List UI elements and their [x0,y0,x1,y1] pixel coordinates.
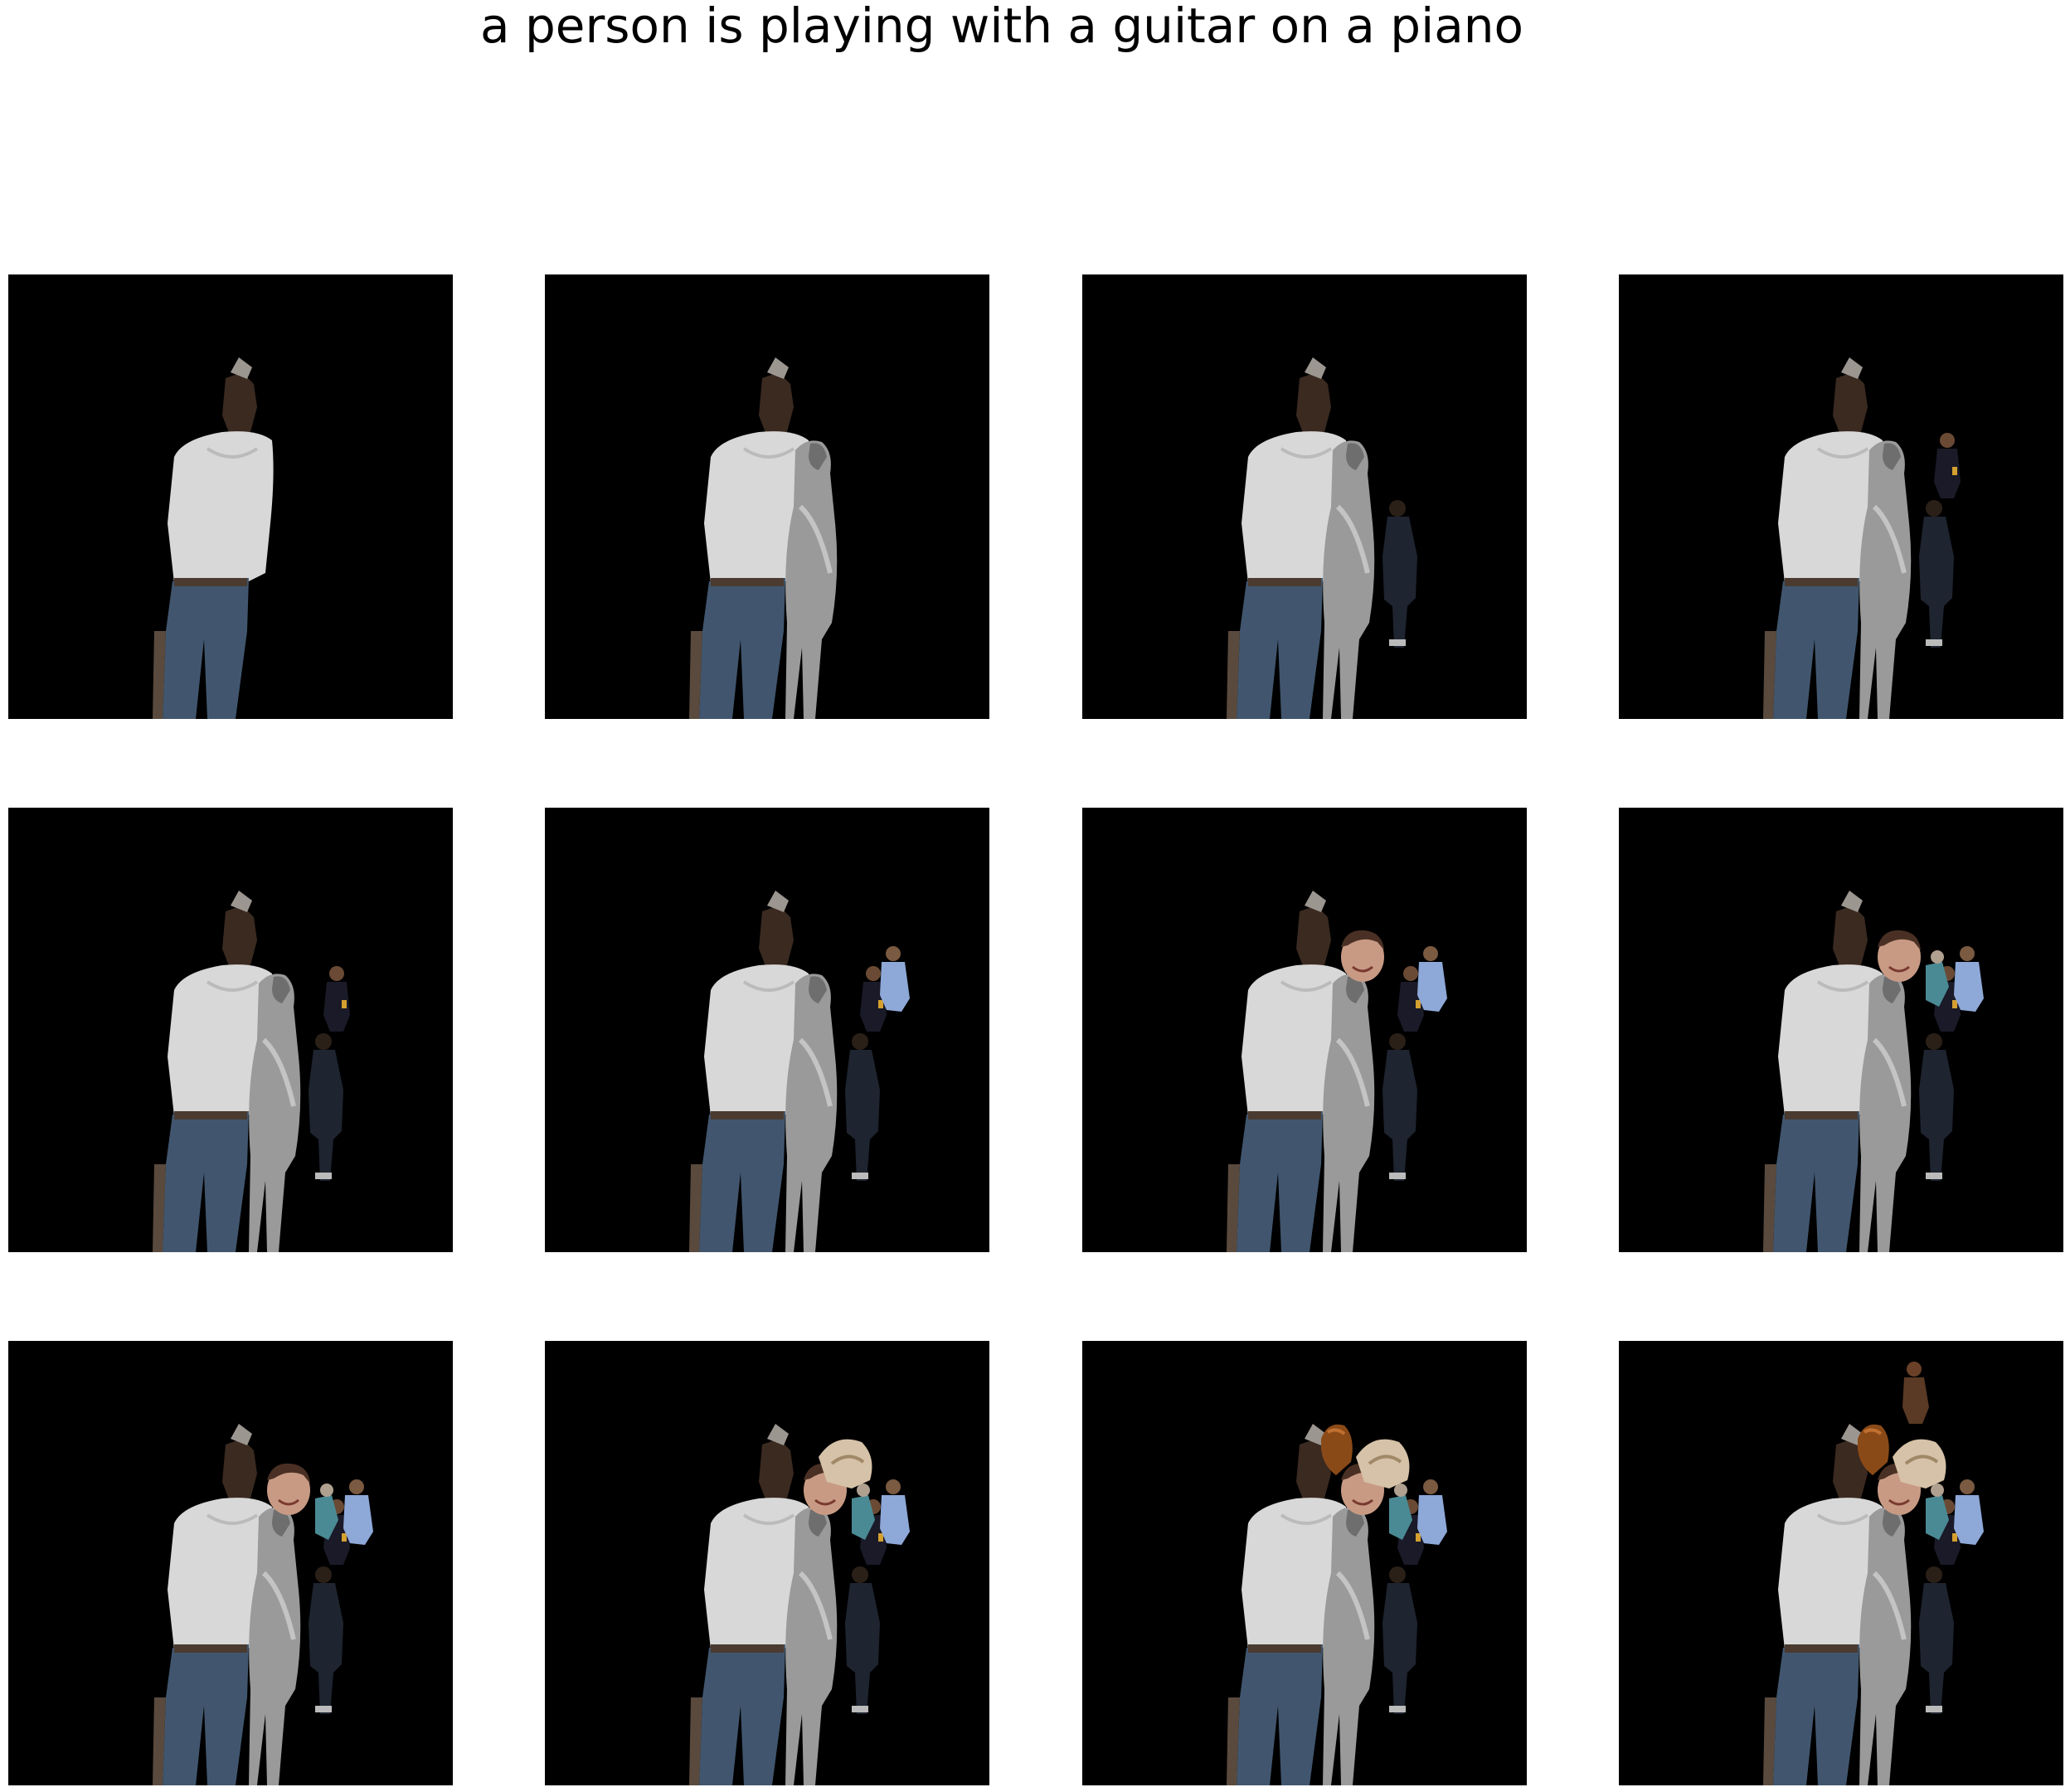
panel-10-image [689,1424,910,1785]
panel-11 [1082,1341,1527,1785]
panel-6 [545,808,989,1252]
panel-10 [545,1341,989,1785]
dark-jacket-person [309,1566,343,1714]
grey-hoodie-person [153,357,274,719]
brown-figure-top [1902,1362,1929,1424]
blue-shirt-person [880,946,910,1012]
dark-jacket-person [845,1566,880,1714]
smiling-face [1341,930,1384,982]
blue-shirt-person [1954,1479,1984,1545]
panel-6-image [689,891,910,1252]
panel-5-image [153,891,350,1252]
panel-7-image [1227,891,1447,1252]
panel-3 [1082,274,1527,719]
blue-shirt-person [1417,946,1447,1012]
blue-shirt-person [1417,1479,1447,1545]
smiling-face [267,1463,310,1515]
panel-5 [8,808,453,1252]
smiling-face [1878,930,1921,982]
panel-4-image [1763,357,1961,719]
panel-9-image [153,1424,373,1785]
panel-3-image [1227,357,1417,719]
suited-man [323,966,350,1032]
panel-12 [1619,1341,2063,1785]
dark-jacket-person [1919,500,1954,648]
dark-jacket-person [1382,1566,1417,1714]
panel-8 [1619,808,2063,1252]
dark-jacket-person [1919,1033,1954,1181]
panel-11-image [1227,1424,1447,1785]
blue-shirt-person [880,1479,910,1545]
panel-9 [8,1341,453,1785]
blue-shirt-person [1954,946,1984,1012]
blue-shirt-person [343,1479,373,1545]
dark-jacket-person [1382,500,1417,648]
dark-jacket-person [845,1033,880,1181]
suited-man [1934,433,1961,498]
panel-7 [1082,808,1527,1252]
panel-8-image [1763,891,1984,1252]
panel-1 [8,274,453,719]
dark-jacket-person [309,1033,343,1181]
panel-2-image [689,357,838,719]
panel-2 [545,274,989,719]
panel-grid [0,0,2070,1792]
panel-12-image [1763,1362,1984,1785]
dark-jacket-person [1382,1033,1417,1181]
dark-jacket-person [1919,1566,1954,1714]
panel-4 [1619,274,2063,719]
panel-1-image [153,357,274,719]
